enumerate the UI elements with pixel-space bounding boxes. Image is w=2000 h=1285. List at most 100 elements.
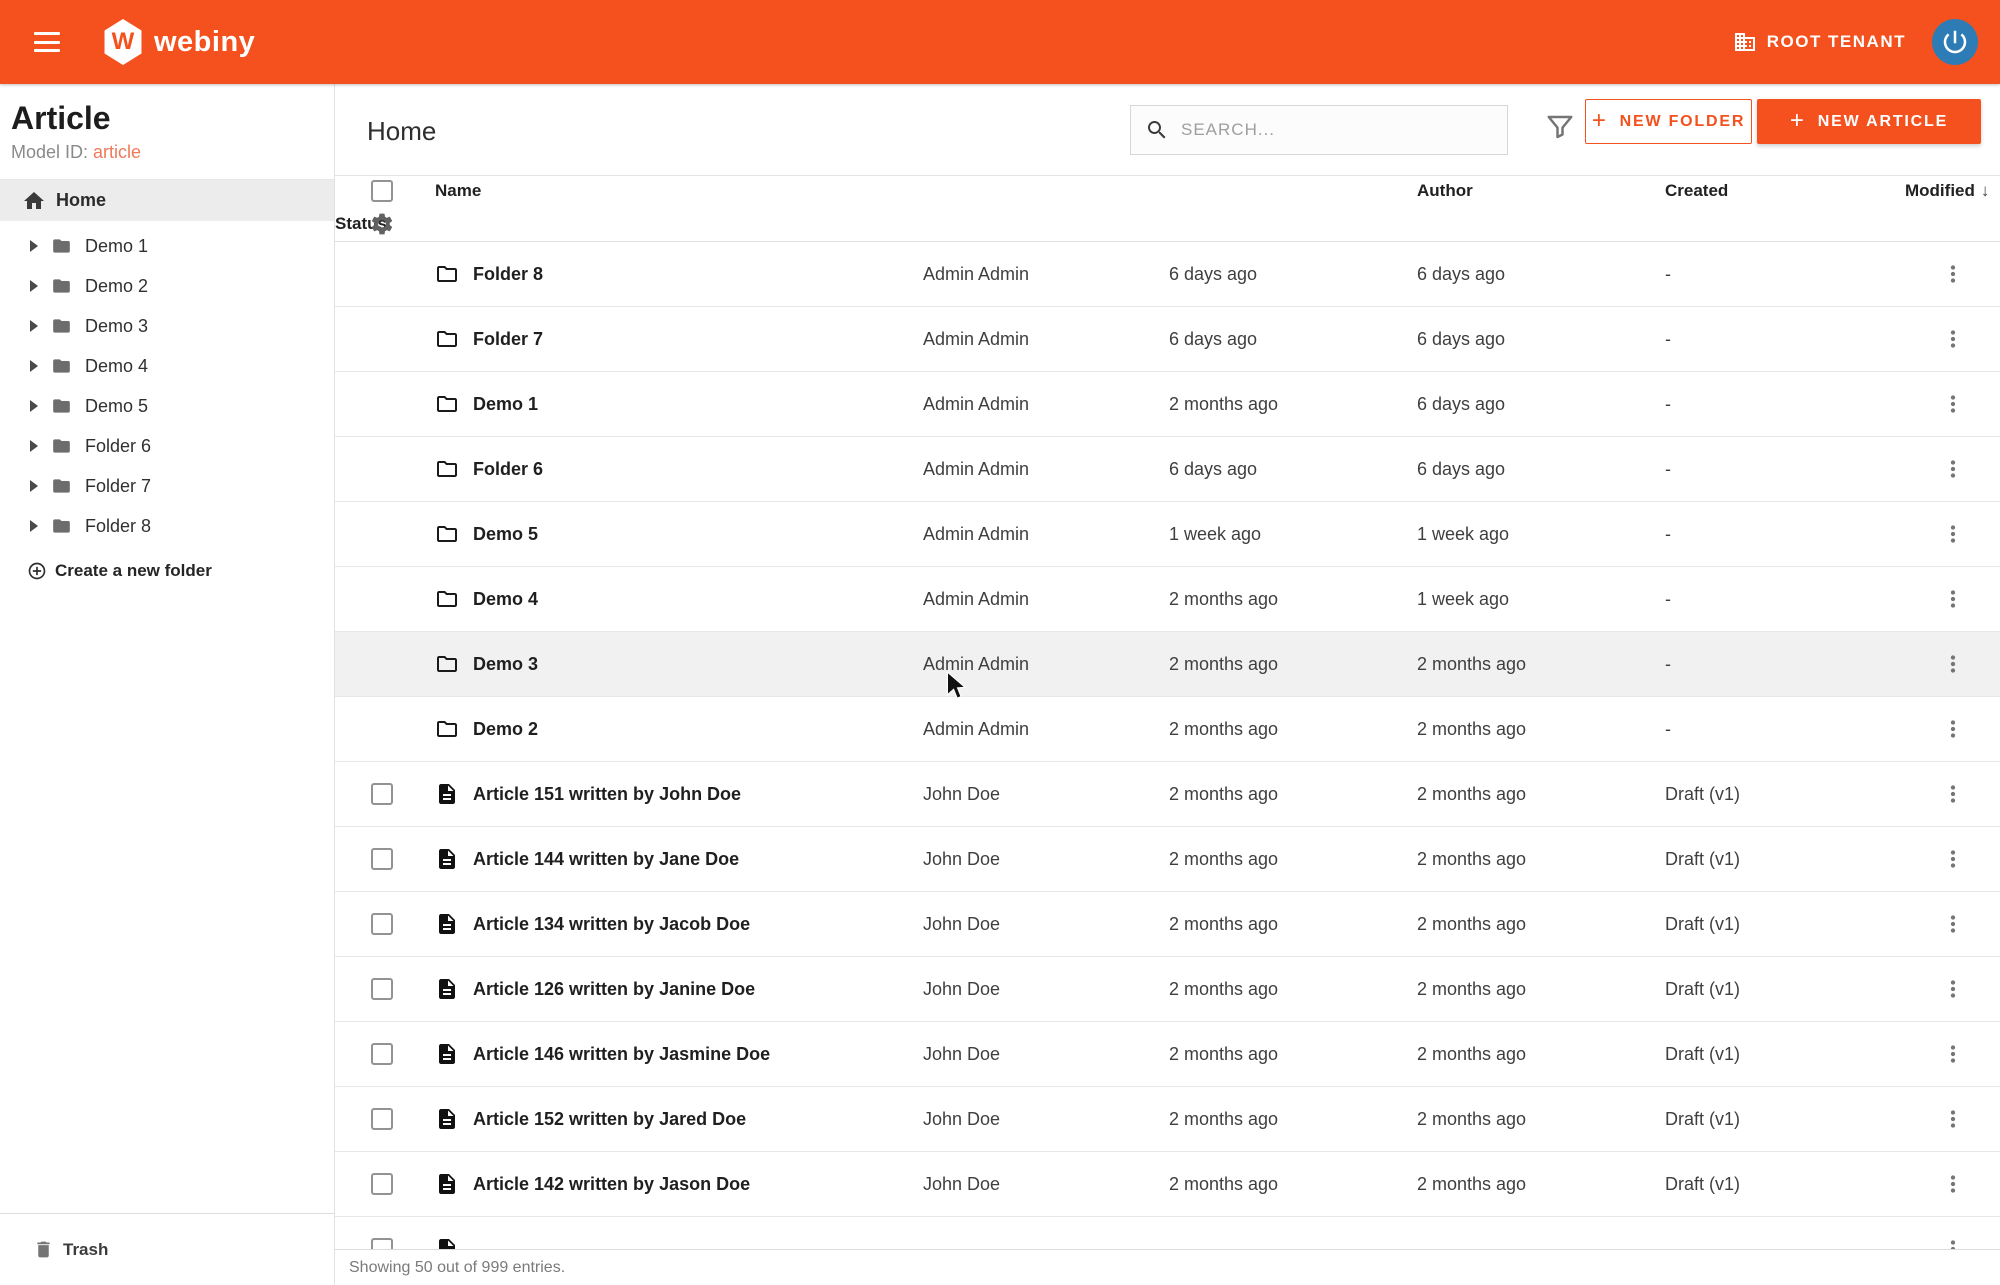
table-row[interactable]: Demo 5 Admin Admin 1 week ago 1 week ago… [335, 502, 2000, 567]
sidebar-folder-item[interactable]: Demo 3 [0, 306, 334, 346]
select-all-checkbox[interactable] [371, 180, 393, 202]
table-row[interactable]: Article 134 written by Jacob Doe John Do… [335, 892, 2000, 957]
table-row[interactable]: Folder 8 Admin Admin 6 days ago 6 days a… [335, 242, 2000, 307]
column-header-name[interactable]: Name [435, 181, 923, 201]
chevron-right-icon[interactable] [30, 520, 38, 532]
row-status: Draft (v1) [1665, 979, 1905, 1000]
trash-button[interactable]: Trash [0, 1213, 334, 1285]
table-row[interactable]: Demo 1 Admin Admin 2 months ago 6 days a… [335, 372, 2000, 437]
row-name[interactable]: Article 151 written by John Doe [473, 784, 923, 805]
row-name[interactable]: Article 144 written by Jane Doe [473, 849, 923, 870]
row-actions-button[interactable] [1940, 261, 1966, 287]
chevron-right-icon[interactable] [30, 320, 38, 332]
table-row[interactable]: Folder 7 Admin Admin 6 days ago 6 days a… [335, 307, 2000, 372]
table-row[interactable]: Article 146 written by Jasmine Doe John … [335, 1022, 2000, 1087]
user-avatar[interactable] [1932, 19, 1978, 65]
sidebar-folder-item[interactable]: Demo 1 [0, 226, 334, 266]
row-actions-button[interactable] [1940, 716, 1966, 742]
row-checkbox[interactable] [371, 1173, 393, 1195]
create-folder-button[interactable]: Create a new folder [0, 561, 334, 581]
table-row[interactable]: Article 144 written by Jane Doe John Doe… [335, 827, 2000, 892]
sidebar-item-home[interactable]: Home [0, 180, 334, 221]
filter-button[interactable] [1540, 102, 1580, 152]
table-row[interactable]: Article 142 written by Jason Doe John Do… [335, 1152, 2000, 1217]
row-name[interactable]: Article 126 written by Janine Doe [473, 979, 923, 1000]
create-folder-label: Create a new folder [55, 561, 212, 581]
column-header-created[interactable]: Created [1665, 181, 1905, 201]
row-actions-button[interactable] [1940, 846, 1966, 872]
chevron-right-icon[interactable] [30, 360, 38, 372]
row-status: - [1665, 524, 1905, 545]
column-header-modified[interactable]: Modified↓ [1905, 181, 2000, 201]
row-name[interactable]: Article 134 written by Jacob Doe [473, 914, 923, 935]
row-name[interactable]: Article 152 written by Jared Doe [473, 1109, 923, 1130]
row-name[interactable]: Folder 6 [473, 459, 923, 480]
table-row[interactable]: Article 151 written by John Doe John Doe… [335, 762, 2000, 827]
column-header-author[interactable]: Author [1417, 181, 1665, 201]
search-input[interactable] [1181, 120, 1481, 140]
row-name[interactable]: Folder 7 [473, 329, 923, 350]
table-row[interactable] [335, 1217, 2000, 1249]
row-name[interactable]: Folder 8 [473, 264, 923, 285]
chevron-right-icon[interactable] [30, 240, 38, 252]
folder-filled-icon [50, 396, 73, 416]
row-actions-button[interactable] [1940, 326, 1966, 352]
sidebar-folder-item[interactable]: Folder 8 [0, 506, 334, 546]
chevron-right-icon[interactable] [30, 400, 38, 412]
model-id-value[interactable]: article [93, 142, 141, 162]
tenant-selector[interactable]: ROOT TENANT [1733, 30, 1906, 54]
hamburger-menu-icon[interactable] [34, 32, 60, 52]
row-created: 2 months ago [1169, 1174, 1417, 1195]
webiny-logo[interactable]: W webiny [102, 19, 255, 65]
row-checkbox[interactable] [371, 1108, 393, 1130]
column-header-status[interactable]: Status [335, 214, 371, 234]
kebab-menu-icon [1940, 1106, 1966, 1132]
sidebar-folder-item[interactable]: Demo 2 [0, 266, 334, 306]
chevron-right-icon[interactable] [30, 440, 38, 452]
table-row[interactable]: Demo 2 Admin Admin 2 months ago 2 months… [335, 697, 2000, 762]
row-checkbox[interactable] [371, 978, 393, 1000]
row-name[interactable]: Demo 1 [473, 394, 923, 415]
table-row[interactable]: Article 126 written by Janine Doe John D… [335, 957, 2000, 1022]
row-actions-button[interactable] [1940, 1106, 1966, 1132]
table-settings-button[interactable] [369, 211, 395, 237]
sidebar-folder-item[interactable]: Demo 5 [0, 386, 334, 426]
row-actions-button[interactable] [1940, 1171, 1966, 1197]
row-actions-button[interactable] [1940, 391, 1966, 417]
row-actions-button[interactable] [1940, 911, 1966, 937]
sidebar-folder-item[interactable]: Folder 7 [0, 466, 334, 506]
row-checkbox[interactable] [371, 848, 393, 870]
chevron-right-icon[interactable] [30, 280, 38, 292]
row-name[interactable]: Article 146 written by Jasmine Doe [473, 1044, 923, 1065]
sidebar-folder-item[interactable]: Folder 6 [0, 426, 334, 466]
row-name[interactable]: Article 142 written by Jason Doe [473, 1174, 923, 1195]
row-actions-button[interactable] [1940, 1041, 1966, 1067]
row-name[interactable]: Demo 5 [473, 524, 923, 545]
row-checkbox[interactable] [371, 913, 393, 935]
row-modified: 2 months ago [1417, 914, 1665, 935]
folder-filled-icon [50, 516, 73, 536]
row-actions-button[interactable] [1940, 456, 1966, 482]
row-checkbox[interactable] [371, 1043, 393, 1065]
table-row[interactable]: Article 152 written by Jared Doe John Do… [335, 1087, 2000, 1152]
row-actions-button[interactable] [1940, 976, 1966, 1002]
row-actions-button[interactable] [1940, 586, 1966, 612]
row-actions-button[interactable] [1940, 781, 1966, 807]
chevron-right-icon[interactable] [30, 480, 38, 492]
row-status: Draft (v1) [1665, 914, 1905, 935]
table-row[interactable]: Demo 3 Admin Admin 2 months ago 2 months… [335, 632, 2000, 697]
row-actions-button[interactable] [1940, 1236, 1966, 1249]
row-name[interactable]: Demo 3 [473, 654, 923, 675]
row-actions-button[interactable] [1940, 521, 1966, 547]
sidebar-folder-item[interactable]: Demo 4 [0, 346, 334, 386]
row-name[interactable]: Demo 4 [473, 589, 923, 610]
new-folder-button[interactable]: + NEW FOLDER [1585, 99, 1752, 144]
new-article-button[interactable]: + NEW ARTICLE [1757, 99, 1981, 144]
row-name[interactable]: Demo 2 [473, 719, 923, 740]
table-row[interactable]: Folder 6 Admin Admin 6 days ago 6 days a… [335, 437, 2000, 502]
folder-outline-icon [435, 392, 459, 416]
table-row[interactable]: Demo 4 Admin Admin 2 months ago 1 week a… [335, 567, 2000, 632]
row-checkbox[interactable] [371, 783, 393, 805]
row-actions-button[interactable] [1940, 651, 1966, 677]
row-checkbox[interactable] [371, 1238, 393, 1249]
